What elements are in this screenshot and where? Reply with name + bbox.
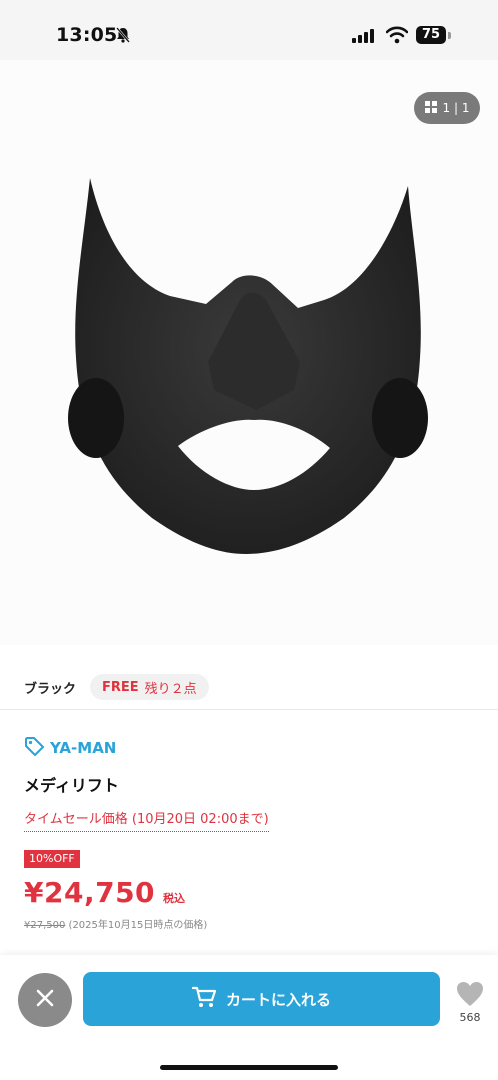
- home-indicator: [160, 1065, 338, 1070]
- cart-icon: [191, 986, 217, 1012]
- variant-size-chip[interactable]: FREE 残り２点: [90, 674, 209, 700]
- original-price: ¥27,500: [24, 920, 66, 931]
- tag-icon: [24, 736, 44, 760]
- product-name: メディリフト: [24, 776, 119, 795]
- status-bar: 13:05 75: [0, 0, 498, 60]
- sale-price: ¥24,750: [24, 876, 156, 909]
- image-counter[interactable]: 1 | 1: [414, 92, 480, 124]
- status-time: 13:05: [56, 24, 118, 46]
- add-to-cart-button[interactable]: カートに入れる: [83, 972, 440, 1026]
- close-icon: [35, 988, 55, 1012]
- brand-link[interactable]: YA-MAN: [24, 736, 116, 760]
- product-image-gallery[interactable]: 1 | 1: [0, 60, 498, 645]
- variant-size: FREE: [102, 679, 139, 695]
- variant-color: ブラック: [24, 681, 77, 697]
- bell-off-icon: [114, 26, 132, 48]
- original-price-row: ¥27,500 (2025年10月15日時点の価格): [24, 916, 207, 931]
- variant-row: ブラック FREE 残り２点: [0, 665, 498, 709]
- like-button[interactable]: 568: [452, 981, 488, 1024]
- brand-name: YA-MAN: [50, 739, 117, 757]
- battery-cap: [448, 32, 451, 39]
- signal-icon: [352, 28, 376, 47]
- product-image: [68, 178, 428, 554]
- tax-label: 税込: [163, 892, 186, 905]
- price-row: ¥24,750 税込: [24, 876, 185, 909]
- like-count: 568: [459, 1011, 481, 1024]
- close-button[interactable]: [18, 973, 72, 1027]
- battery-indicator: 75: [416, 26, 446, 44]
- wifi-icon: [385, 26, 409, 48]
- discount-badge: 10%OFF: [24, 850, 80, 868]
- heart-icon: [456, 982, 484, 1011]
- action-bar: カートに入れる 568: [0, 955, 498, 1080]
- original-price-note: (2025年10月15日時点の価格): [68, 920, 208, 931]
- add-to-cart-label: カートに入れる: [225, 990, 331, 1009]
- grid-icon: [424, 100, 437, 116]
- time-sale-label: タイムセール価格 (10月20日 02:00まで): [24, 808, 269, 832]
- stock-remaining: 残り２点: [144, 681, 197, 697]
- image-counter-label: 1 | 1: [442, 101, 470, 115]
- divider: [0, 709, 498, 710]
